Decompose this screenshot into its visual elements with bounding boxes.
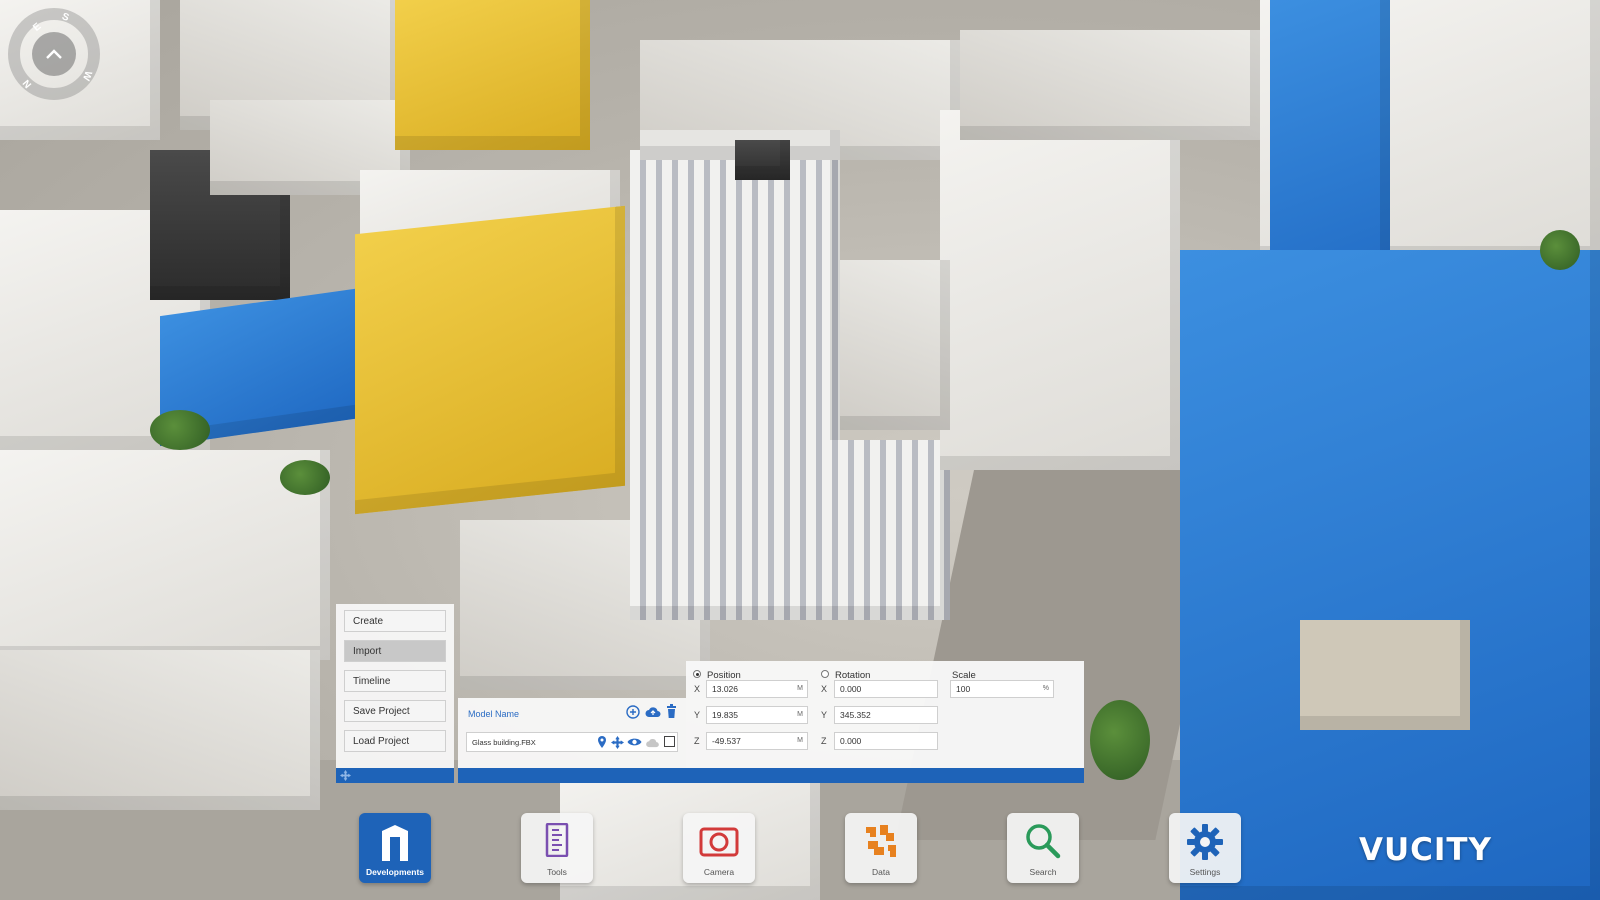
- tree: [150, 410, 210, 450]
- compass-reset-button[interactable]: [32, 32, 76, 76]
- position-y-unit: M: [797, 711, 803, 718]
- building: [960, 30, 1260, 140]
- compass-letter-w: W: [79, 69, 94, 82]
- search-icon: [1026, 824, 1061, 859]
- position-x-value: 13.026: [712, 684, 738, 694]
- menu-footer-bar: [336, 768, 454, 783]
- compass-letter-n: N: [21, 77, 35, 90]
- scale-unit: %: [1042, 685, 1049, 692]
- model-panel: Model Name Glass building.FBX: [458, 698, 686, 768]
- tree: [1540, 230, 1580, 270]
- move-icon[interactable]: [611, 736, 624, 749]
- cloud-upload-icon[interactable]: [645, 705, 661, 718]
- tree: [280, 460, 330, 495]
- rotation-x-field[interactable]: 0.000: [834, 680, 938, 698]
- position-z-unit: M: [797, 737, 803, 744]
- select-checkbox[interactable]: [664, 736, 675, 747]
- axis-label-x: X: [694, 684, 701, 694]
- cloud-icon[interactable]: [645, 737, 660, 748]
- compass-letter-e: E: [31, 21, 44, 34]
- dock-label-tools: Tools: [547, 867, 567, 877]
- dock-camera-button[interactable]: Camera: [683, 813, 755, 883]
- position-z-field[interactable]: -49.537 M: [706, 732, 808, 750]
- model-name-header: Model Name: [468, 709, 520, 719]
- scale-field[interactable]: 100 %: [950, 680, 1054, 698]
- position-radio[interactable]: [693, 670, 701, 678]
- trash-icon[interactable]: [666, 704, 677, 718]
- camera-icon: [699, 827, 739, 857]
- building: [0, 650, 320, 810]
- rotation-y-field[interactable]: 345.352: [834, 706, 938, 724]
- developments-icon: [382, 825, 408, 861]
- axis-label-z: Z: [694, 736, 700, 746]
- model-list-item[interactable]: Glass building.FBX: [466, 732, 678, 752]
- transform-panel: Position X Y Z 13.026 M 19.835 M -49.537…: [686, 661, 1084, 768]
- position-y-field[interactable]: 19.835 M: [706, 706, 808, 724]
- move-panel-icon[interactable]: [340, 770, 351, 781]
- vucity-logo: VUCITY: [1358, 832, 1492, 868]
- menu-item-timeline[interactable]: Timeline: [344, 670, 446, 692]
- building: [940, 110, 1180, 470]
- rotation-radio[interactable]: [821, 670, 829, 678]
- location-pin-icon[interactable]: [597, 736, 607, 749]
- add-model-icon[interactable]: [626, 705, 640, 719]
- rotation-axis-label-z: Z: [821, 736, 827, 746]
- compass[interactable]: E S W N: [8, 8, 100, 100]
- dock-label-camera: Camera: [703, 867, 735, 877]
- developments-menu: Create Import Timeline Save Project Load…: [336, 604, 454, 768]
- menu-item-save-project[interactable]: Save Project: [344, 700, 446, 722]
- compass-letter-s: S: [60, 11, 71, 24]
- building-highlighted-yellow: [355, 205, 625, 515]
- rotation-axis-label-x: X: [821, 684, 828, 694]
- dock-label-settings: Settings: [1189, 867, 1221, 877]
- data-icon: [866, 825, 896, 857]
- menu-item-load-project[interactable]: Load Project: [344, 730, 446, 752]
- position-z-value: -49.537: [712, 736, 741, 746]
- tree: [1090, 700, 1150, 780]
- tools-ruler-icon: [545, 823, 569, 857]
- rooftop-plant: [735, 140, 790, 180]
- rooftop-void: [1300, 620, 1470, 730]
- position-x-field[interactable]: 13.026 M: [706, 680, 808, 698]
- menu-item-create[interactable]: Create: [344, 610, 446, 632]
- building-highlighted-yellow: [395, 0, 590, 150]
- dock-search-button[interactable]: Search: [1007, 813, 1079, 883]
- panel-bottom-bar: [458, 768, 1084, 783]
- dock-tools-button[interactable]: Tools: [521, 813, 593, 883]
- rotation-z-field[interactable]: 0.000: [834, 732, 938, 750]
- chevron-up-icon: [46, 49, 62, 59]
- building: [840, 260, 950, 430]
- gear-icon: [1187, 824, 1223, 860]
- scale-value: 100: [956, 684, 971, 694]
- dock-data-button[interactable]: Data: [845, 813, 917, 883]
- position-x-unit: M: [797, 685, 803, 692]
- rotation-axis-label-y: Y: [821, 710, 828, 720]
- eye-icon[interactable]: [627, 737, 642, 747]
- building-highlighted-blue: [1180, 250, 1600, 900]
- model-file-name: Glass building.FBX: [472, 738, 536, 747]
- axis-label-y: Y: [694, 710, 701, 720]
- position-y-value: 19.835: [712, 710, 738, 720]
- menu-item-import[interactable]: Import: [344, 640, 446, 662]
- dock-label-developments: Developments: [365, 867, 425, 877]
- dock-label-data: Data: [872, 867, 890, 877]
- dock-label-search: Search: [1029, 867, 1057, 877]
- dock-developments-button[interactable]: Developments: [359, 813, 431, 883]
- dock-settings-button[interactable]: Settings: [1169, 813, 1241, 883]
- tower-podium: [790, 440, 950, 620]
